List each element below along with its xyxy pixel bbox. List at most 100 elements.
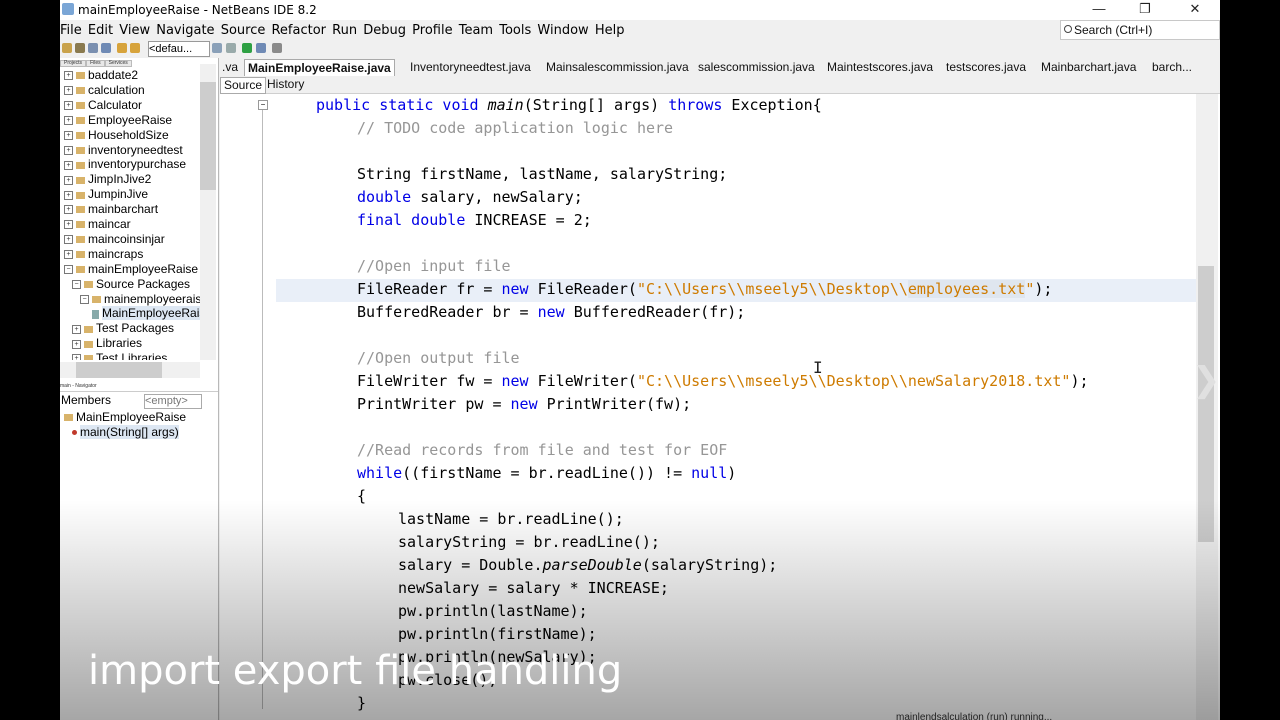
tab-barchart[interactable]: barch...	[1152, 59, 1192, 76]
minimize-button[interactable]: —	[1076, 0, 1122, 20]
expand-icon[interactable]: +	[64, 86, 73, 96]
undo-icon[interactable]	[117, 43, 127, 53]
tree-item[interactable]: + JumpinJive	[64, 187, 148, 202]
expand-icon[interactable]: +	[64, 250, 73, 260]
menu-refactor[interactable]: Refactor	[271, 23, 328, 38]
project-icon	[76, 72, 85, 80]
close-button[interactable]: ✕	[1172, 0, 1218, 20]
tree-item[interactable]: − Source Packages	[72, 277, 190, 292]
next-slide-arrow-icon[interactable]: ❯	[1192, 360, 1221, 400]
code-editor[interactable]: Source History − public static void main…	[220, 76, 1220, 720]
tab-maintestscores[interactable]: Maintestscores.java	[827, 59, 933, 76]
tree-item[interactable]: − mainemployeeraise	[80, 292, 200, 307]
expand-icon[interactable]: +	[64, 116, 73, 126]
code-line-17: salary = Double.parseDouble(salaryString…	[398, 554, 777, 577]
expand-icon[interactable]: +	[64, 190, 73, 200]
expand-icon[interactable]: +	[72, 354, 81, 360]
tab-mainbarchart[interactable]: Mainbarchart.java	[1041, 59, 1136, 76]
editor-scroll-thumb[interactable]	[1198, 266, 1214, 542]
tree-item[interactable]: + mainbarchart	[64, 202, 158, 217]
tree-vertical-scroll-thumb[interactable]	[200, 82, 216, 190]
expand-icon[interactable]: +	[72, 324, 81, 334]
menu-run[interactable]: Run	[332, 23, 359, 38]
expand-icon[interactable]: +	[64, 130, 73, 140]
tree-item[interactable]: MainEmployeeRaise	[88, 306, 200, 321]
tree-item[interactable]: + baddate2	[64, 68, 138, 83]
menu-profile[interactable]: Profile	[412, 23, 454, 38]
tree-item[interactable]: + maincoinsinjar	[64, 232, 165, 247]
clean-build-icon[interactable]	[226, 43, 236, 53]
expand-icon[interactable]: +	[64, 205, 73, 215]
profile-icon[interactable]	[272, 43, 282, 53]
tab-va[interactable]: .va	[222, 59, 238, 76]
tree-item[interactable]: + Libraries	[72, 336, 142, 351]
tree-item[interactable]: + inventoryneedtest	[64, 143, 183, 158]
build-icon[interactable]	[212, 43, 222, 53]
expand-icon[interactable]: +	[64, 235, 73, 245]
menu-debug[interactable]: Debug	[363, 23, 408, 38]
menu-file[interactable]: File	[60, 23, 84, 38]
collapse-icon[interactable]: −	[80, 294, 89, 304]
run-icon[interactable]	[242, 43, 252, 53]
search-input[interactable]: Search (Ctrl+I)	[1060, 20, 1220, 40]
collapse-icon[interactable]: −	[64, 265, 73, 275]
tree-item[interactable]: + maincraps	[64, 247, 143, 262]
menu-navigate[interactable]: Navigate	[156, 23, 216, 38]
tree-item[interactable]: − mainEmployeeRaise	[64, 262, 198, 277]
menu-window[interactable]: Window	[537, 23, 590, 38]
new-file-icon[interactable]	[62, 43, 72, 53]
tree-item[interactable]: + inventorypurchase	[64, 157, 186, 172]
restore-button[interactable]: ❐	[1122, 0, 1168, 20]
source-view-button[interactable]: Source	[220, 77, 267, 94]
project-icon	[76, 161, 85, 169]
tree-item[interactable]: + JimpInJive2	[64, 172, 151, 187]
new-project-icon[interactable]	[75, 43, 85, 53]
code-line-5: final double INCREASE = 2;	[357, 209, 592, 232]
history-view-button[interactable]: History	[264, 77, 307, 92]
navigator-item[interactable]: main(String[] args)	[72, 425, 179, 440]
tree-item[interactable]: + maincar	[64, 217, 131, 232]
menu-team[interactable]: Team	[459, 23, 495, 38]
fold-collapse-icon[interactable]: −	[258, 100, 268, 110]
members-filter-select[interactable]: <empty>	[144, 394, 202, 409]
expand-icon[interactable]: +	[64, 160, 73, 170]
menu-view[interactable]: View	[119, 23, 152, 38]
tree-item[interactable]: + EmployeeRaise	[64, 113, 172, 128]
code-text[interactable]: public static void main(String[] args) t…	[276, 94, 1196, 720]
tree-item-label: Test Packages	[96, 321, 175, 336]
code-token: "	[1025, 280, 1035, 298]
expand-icon[interactable]: +	[64, 145, 73, 155]
tree-item[interactable]: + Test Libraries	[72, 351, 167, 360]
tree-item[interactable]: + HouseholdSize	[64, 128, 169, 143]
configuration-select[interactable]: <defau...	[148, 41, 210, 57]
expand-icon[interactable]: +	[64, 220, 73, 230]
tree-item[interactable]: + Test Packages	[72, 321, 174, 336]
tree-item[interactable]: + Calculator	[64, 98, 142, 113]
code-token: FileWriter(	[528, 372, 637, 390]
tab-salescommission[interactable]: salescommission.java	[698, 59, 815, 76]
tab-inventoryneedtest[interactable]: Inventoryneedtest.java	[410, 59, 531, 76]
tree-item[interactable]: + calculation	[64, 83, 145, 98]
menu-source[interactable]: Source	[221, 23, 268, 38]
expand-icon[interactable]: +	[64, 175, 73, 185]
expand-icon[interactable]: +	[64, 71, 73, 81]
tab-testscores[interactable]: testscores.java	[946, 59, 1026, 76]
tab-mainsalescommission[interactable]: Mainsalescommission.java	[546, 59, 689, 76]
navigator-item[interactable]: MainEmployeeRaise	[64, 410, 186, 425]
menu-edit[interactable]: Edit	[88, 23, 115, 38]
save-all-icon[interactable]	[101, 43, 111, 53]
project-icon	[76, 236, 85, 244]
code-token: FileReader fr =	[357, 280, 502, 298]
collapse-icon[interactable]: −	[72, 279, 81, 289]
expand-icon[interactable]: +	[64, 101, 73, 111]
open-project-icon[interactable]	[88, 43, 98, 53]
redo-icon[interactable]	[130, 43, 140, 53]
expand-icon[interactable]: +	[72, 339, 81, 349]
menu-help[interactable]: Help	[595, 23, 627, 38]
tree-horizontal-scroll-thumb[interactable]	[76, 362, 162, 378]
members-label[interactable]: Members	[61, 393, 111, 407]
window-title: mainEmployeeRaise - NetBeans IDE 8.2	[78, 3, 317, 17]
tab-mainemployeeraise[interactable]: MainEmployeeRaise.java	[244, 59, 395, 77]
menu-tools[interactable]: Tools	[499, 23, 533, 38]
debug-icon[interactable]	[256, 43, 266, 53]
